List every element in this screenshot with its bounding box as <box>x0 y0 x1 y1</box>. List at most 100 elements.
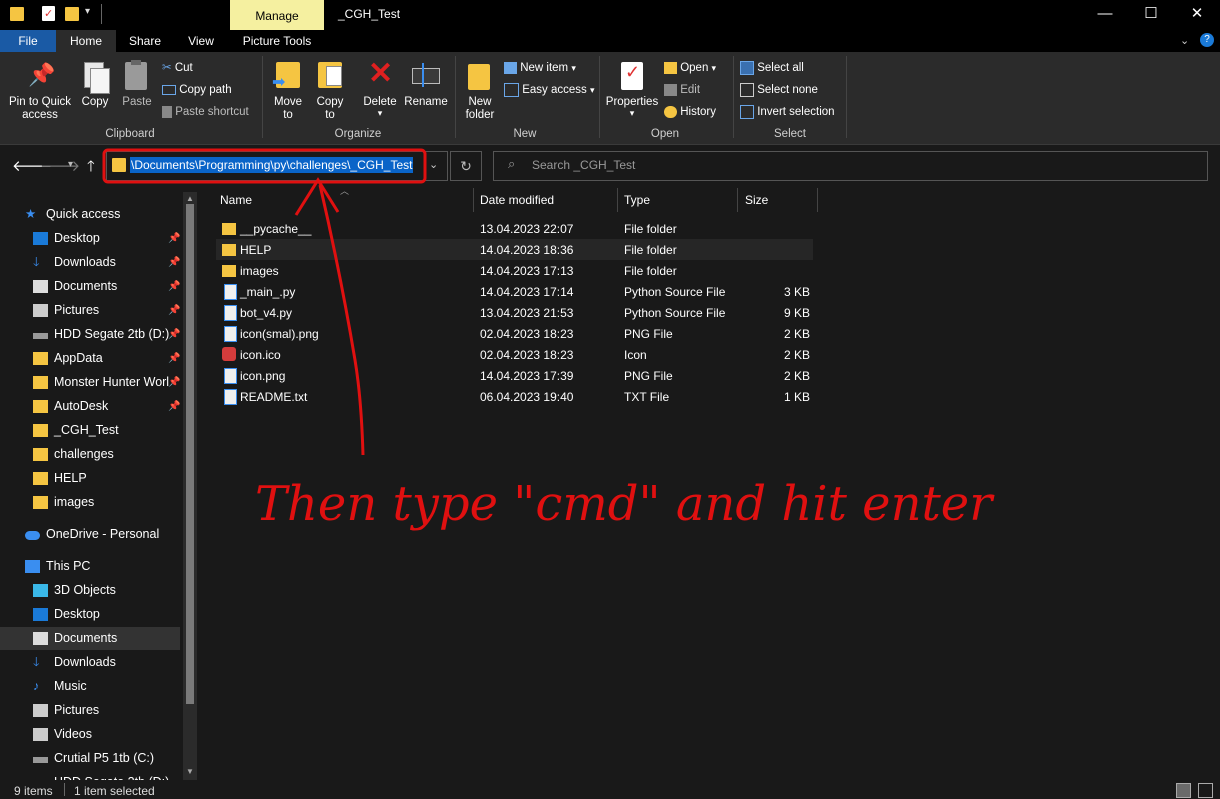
invert-selection-button[interactable]: Invert selection <box>740 104 835 120</box>
move-to-button[interactable]: ➡ Move to <box>270 60 306 122</box>
open-button[interactable]: Open ▾ <box>664 60 716 76</box>
properties-quick-icon[interactable]: ✓ <box>42 6 55 21</box>
sidebar-item[interactable]: Crutial P5 1tb (C:) <box>0 747 180 770</box>
column-header-size[interactable]: Size <box>745 193 768 207</box>
tab-view[interactable]: View <box>180 30 222 52</box>
sidebar-item[interactable]: HELP <box>0 467 180 490</box>
select-none-button[interactable]: Select none <box>740 82 818 98</box>
tab-picture-tools[interactable]: Picture Tools <box>232 30 322 52</box>
forward-arrow-icon[interactable]: 🡒 <box>40 156 80 175</box>
file-row[interactable]: icon.png 14.04.2023 17:39 PNG File 2 KB <box>216 365 813 386</box>
recent-locations-icon[interactable]: ▾ <box>68 159 73 170</box>
scroll-down-icon[interactable]: ▼ <box>186 767 194 776</box>
pin-to-quick-access-button[interactable]: 📌 Pin to Quick access <box>4 60 76 124</box>
pin-icon[interactable]: 📌 <box>168 347 180 370</box>
file-row[interactable]: images 14.04.2023 17:13 File folder <box>216 260 813 281</box>
paste-shortcut-button[interactable]: Paste shortcut <box>162 104 249 120</box>
collapse-ribbon-icon[interactable]: ⌄ <box>1180 34 1189 47</box>
column-header-name[interactable]: Name <box>220 193 252 207</box>
sidebar-item[interactable]: OneDrive - Personal <box>0 523 180 546</box>
sidebar-item[interactable]: Documents <box>0 627 180 650</box>
divider[interactable] <box>737 188 738 212</box>
paste-button[interactable]: Paste <box>118 60 156 110</box>
sidebar-item[interactable]: This PC <box>0 555 180 578</box>
pin-icon[interactable]: 📌 <box>168 299 180 322</box>
pin-icon[interactable]: 📌 <box>168 251 180 274</box>
sidebar-item[interactable]: challenges <box>0 443 180 466</box>
pin-icon[interactable]: 📌 <box>168 323 180 346</box>
copy-path-button[interactable]: Copy path <box>162 82 232 98</box>
file-row[interactable]: README.txt 06.04.2023 19:40 TXT File 1 KB <box>216 386 813 407</box>
column-header-type[interactable]: Type <box>624 193 650 207</box>
select-all-icon <box>740 60 754 75</box>
sidebar-item[interactable]: Desktop 📌 <box>0 227 180 250</box>
file-row[interactable]: icon(smal).png 02.04.2023 18:23 PNG File 2 … <box>216 323 813 344</box>
file-row[interactable]: __pycache__ 13.04.2023 22:07 File folder <box>216 218 813 239</box>
sidebar-item[interactable]: ♪ Music <box>0 675 180 698</box>
sidebar-item[interactable]: Pictures 📌 <box>0 299 180 322</box>
address-dropdown-icon[interactable]: ⌄ <box>429 158 438 171</box>
pin-icon[interactable]: 📌 <box>168 275 180 298</box>
file-date: 14.04.2023 17:14 <box>480 285 574 299</box>
up-arrow-icon[interactable]: 🡑 <box>87 156 95 181</box>
delete-button[interactable]: ✕ Delete ▾ <box>360 58 400 122</box>
copy-to-button[interactable]: Copy to <box>312 60 348 122</box>
search-icon: ⌕ <box>508 156 516 171</box>
copy-button[interactable]: Copy <box>78 60 112 110</box>
address-input[interactable]: \Documents\Programming\py\challenges\_CG… <box>130 157 414 173</box>
scrollbar-thumb[interactable] <box>186 204 194 704</box>
sidebar-item[interactable]: Documents 📌 <box>0 275 180 298</box>
new-folder-button[interactable]: New folder <box>460 60 500 122</box>
tab-manage[interactable]: Manage <box>230 0 324 30</box>
customize-quick-access-icon[interactable]: ▾ <box>85 6 90 17</box>
search-input[interactable]: Search _CGH_Test <box>532 158 635 172</box>
sort-up-icon: ︿ <box>340 186 350 196</box>
drive-icon <box>33 757 48 763</box>
sidebar-item[interactable]: Desktop <box>0 603 180 626</box>
sidebar-item-label: Desktop <box>54 607 100 621</box>
tab-file[interactable]: File <box>0 30 56 52</box>
history-button[interactable]: History <box>664 104 716 120</box>
sidebar-item[interactable]: 3D Objects <box>0 579 180 602</box>
edit-button[interactable]: Edit <box>664 82 700 98</box>
scroll-up-icon[interactable]: ▲ <box>186 194 194 203</box>
details-view-icon[interactable] <box>1176 783 1191 798</box>
pin-icon[interactable]: 📌 <box>168 227 180 250</box>
divider[interactable] <box>817 188 818 212</box>
new-item-button[interactable]: New item ▾ <box>504 60 576 76</box>
properties-button[interactable]: ✓ Properties ▾ <box>604 60 660 122</box>
close-button[interactable]: ✕ <box>1174 0 1220 30</box>
pin-icon[interactable]: 📌 <box>168 371 180 394</box>
sidebar-item[interactable]: HDD Segate 2tb (D:) 📌 <box>0 323 180 346</box>
new-folder-quick-icon[interactable] <box>65 7 79 21</box>
file-row[interactable]: HELP 14.04.2023 18:36 File folder <box>216 239 813 260</box>
sidebar-item[interactable]: Videos <box>0 723 180 746</box>
file-row[interactable]: icon.ico 02.04.2023 18:23 Icon 2 KB <box>216 344 813 365</box>
file-row[interactable]: _main_.py 14.04.2023 17:14 Python Source F… <box>216 281 813 302</box>
sidebar-item[interactable]: AutoDesk 📌 <box>0 395 180 418</box>
large-icons-view-icon[interactable] <box>1198 783 1213 798</box>
rename-button[interactable]: Rename <box>403 60 449 110</box>
sidebar-item[interactable]: images <box>0 491 180 514</box>
sidebar-item[interactable]: 🡓 Downloads 📌 <box>0 251 180 274</box>
sidebar-item[interactable]: ★ Quick access <box>0 203 180 226</box>
sidebar-item[interactable]: Monster Hunter Worl 📌 <box>0 371 180 394</box>
divider[interactable] <box>617 188 618 212</box>
sidebar-item[interactable]: _CGH_Test <box>0 419 180 442</box>
easy-access-button[interactable]: Easy access ▾ <box>504 82 595 98</box>
tab-home[interactable]: Home <box>56 30 116 52</box>
sidebar-item[interactable]: Pictures <box>0 699 180 722</box>
cut-button[interactable]: ✂ Cut <box>162 60 193 76</box>
refresh-icon[interactable]: ↻ <box>450 151 482 181</box>
maximize-button[interactable]: ☐ <box>1128 0 1174 30</box>
tab-share[interactable]: Share <box>124 30 166 52</box>
column-header-date[interactable]: Date modified <box>480 193 554 207</box>
sidebar-item[interactable]: 🡓 Downloads <box>0 651 180 674</box>
sidebar-item[interactable]: AppData 📌 <box>0 347 180 370</box>
file-row[interactable]: bot_v4.py 13.04.2023 21:53 Python Source F… <box>216 302 813 323</box>
select-all-button[interactable]: Select all <box>740 60 804 76</box>
divider[interactable] <box>473 188 474 212</box>
help-icon[interactable]: ? <box>1200 33 1214 47</box>
minimize-button[interactable]: — <box>1082 0 1128 30</box>
pin-icon[interactable]: 📌 <box>168 395 180 418</box>
